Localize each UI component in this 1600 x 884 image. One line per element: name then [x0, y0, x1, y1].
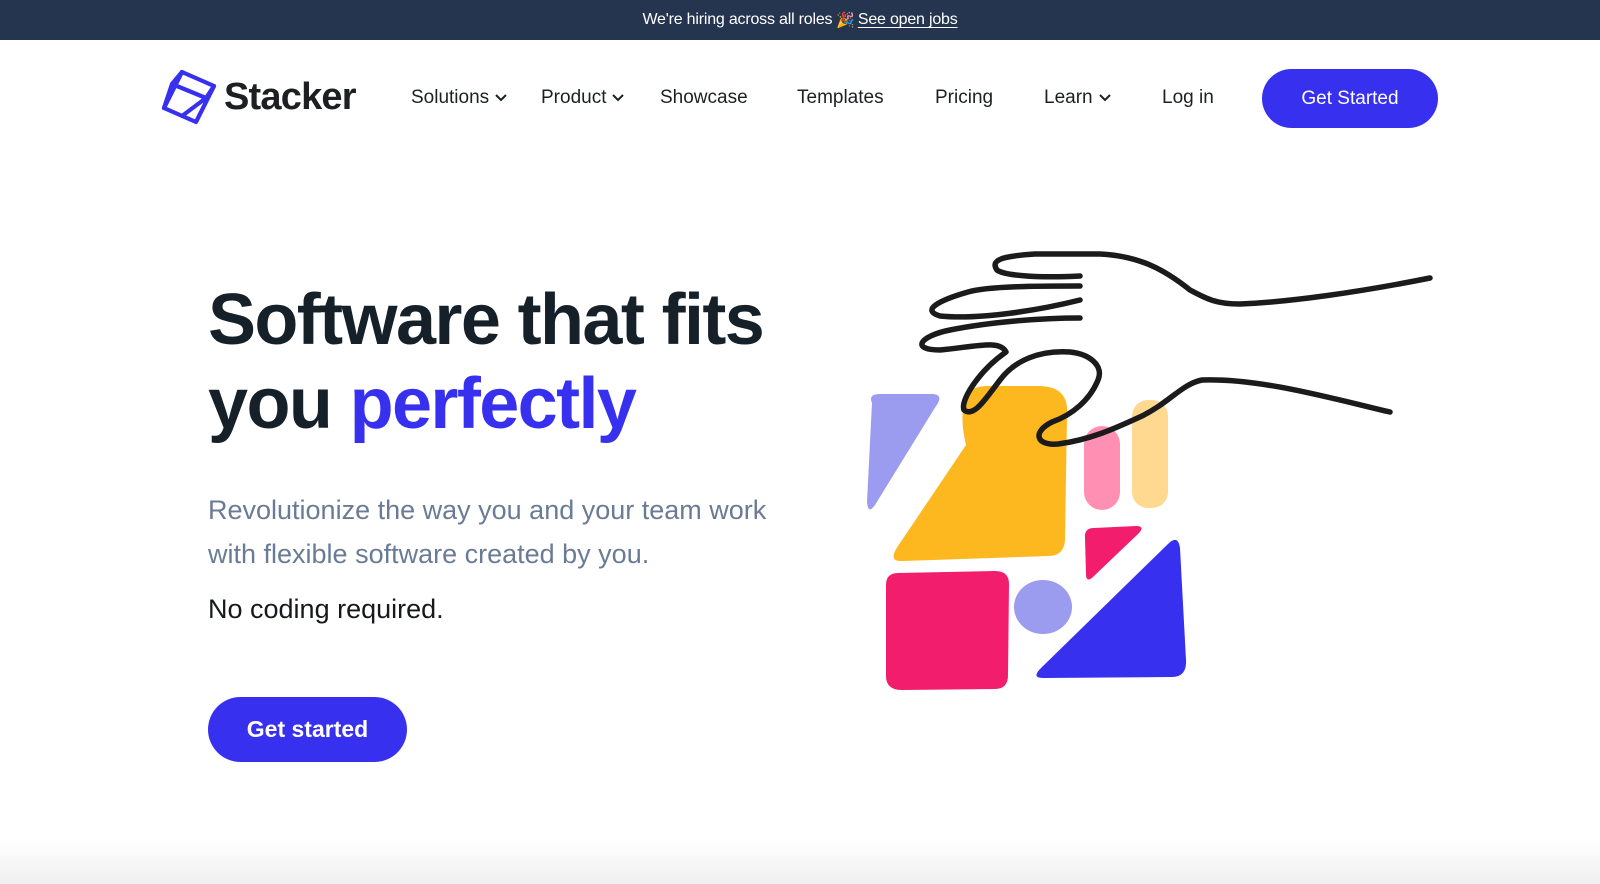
section-divider-fade: [0, 840, 1600, 884]
nav-solutions[interactable]: Solutions: [411, 84, 508, 112]
hand-placing-blocks-illustration: [867, 251, 1433, 690]
see-open-jobs-link[interactable]: See open jobs: [858, 11, 958, 29]
chevron-down-icon: [1098, 93, 1112, 103]
lavender-circle-shape: [1014, 580, 1072, 634]
hero-title-accent: perfectly: [349, 364, 637, 444]
get-started-hero-button[interactable]: Get started: [208, 697, 407, 762]
nav-pricing-label: Pricing: [935, 87, 994, 108]
chevron-down-icon: [611, 93, 625, 103]
announcement-bar: We're hiring across all roles 🎉 See open…: [0, 0, 1600, 40]
magenta-square-shape: [886, 571, 1009, 690]
nav-login-label: Log in: [1162, 87, 1214, 108]
chevron-down-icon: [494, 93, 508, 103]
nav-solutions-label: Solutions: [411, 87, 490, 108]
nav-pricing[interactable]: Pricing: [935, 84, 993, 112]
lavender-triangle-shape: [867, 394, 940, 510]
nav-showcase[interactable]: Showcase: [660, 84, 748, 112]
hero-note: No coding required.: [208, 594, 444, 624]
nav-showcase-label: Showcase: [660, 87, 748, 108]
nav-learn-label: Learn: [1044, 87, 1093, 108]
party-popper-icon: 🎉: [836, 12, 855, 29]
hero-title: Software that fits you perfectly: [208, 278, 765, 446]
announcement-text: We're hiring across all roles: [642, 11, 833, 28]
hero-subtitle: Revolutionize the way you and your team …: [208, 495, 767, 569]
nav-learn[interactable]: Learn: [1044, 84, 1112, 112]
stacker-logo-icon: [161, 69, 217, 125]
stacker-logo[interactable]: Stacker: [160, 69, 357, 125]
hero-title-line1: Software that fits: [208, 280, 765, 360]
magenta-triangle-shape: [1084, 526, 1142, 580]
hero-title-line2: you: [208, 364, 350, 444]
nav-product-label: Product: [541, 87, 607, 108]
nav-templates-label: Templates: [797, 87, 884, 108]
nav-templates[interactable]: Templates: [797, 84, 884, 112]
main-navigation: Stacker Solutions Product Showcase Templ…: [0, 40, 1600, 158]
nav-login[interactable]: Log in: [1162, 84, 1214, 112]
nav-product[interactable]: Product: [541, 84, 625, 112]
get-started-nav-button[interactable]: Get Started: [1262, 69, 1438, 128]
brand-name: Stacker: [224, 75, 357, 118]
